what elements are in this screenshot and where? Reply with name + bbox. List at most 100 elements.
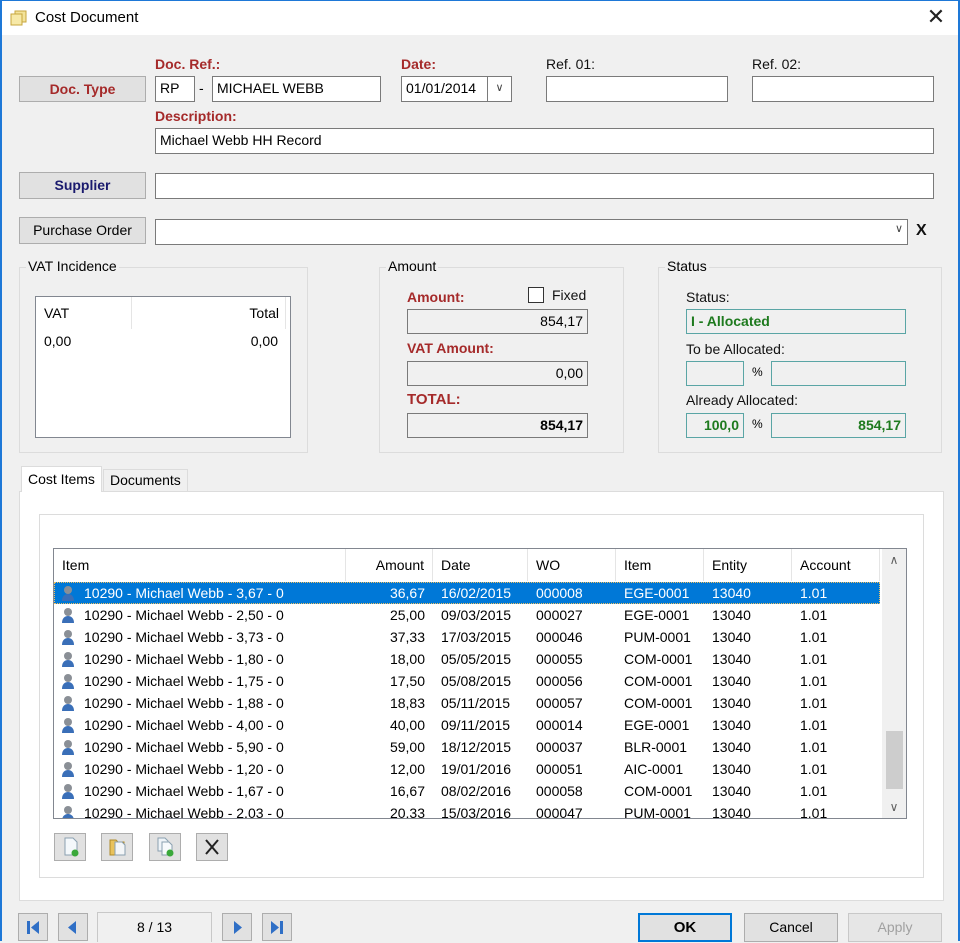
- new-document-icon: [64, 837, 79, 857]
- doc-ref-input[interactable]: MICHAEL WEBB: [212, 76, 381, 102]
- vat-incidence-group: VAT Incidence VAT Total 0,00 0,00: [19, 258, 308, 453]
- cell-entity: 13040: [712, 739, 751, 755]
- table-row[interactable]: 10290 - Michael Webb - 1,80 - 0 18,00 05/0…: [54, 648, 880, 670]
- column-header-amount[interactable]: Amount: [346, 549, 433, 581]
- person-icon: [62, 762, 74, 777]
- apply-button[interactable]: Apply: [848, 913, 942, 942]
- last-record-button[interactable]: [262, 913, 292, 941]
- cell-item: 10290 - Michael Webb - 2,50 - 0: [84, 607, 284, 623]
- ref01-input[interactable]: [546, 76, 728, 102]
- cancel-button[interactable]: Cancel: [744, 913, 838, 942]
- first-record-button[interactable]: [18, 913, 48, 941]
- supplier-button[interactable]: Supplier: [19, 172, 146, 199]
- cell-item-code: PUM-0001: [624, 805, 691, 819]
- cell-wo: 000047: [536, 805, 583, 819]
- copy-item-button[interactable]: [149, 833, 181, 861]
- purchase-order-select[interactable]: ∨: [155, 219, 908, 245]
- vertical-scrollbar[interactable]: ∧ ∨: [882, 549, 906, 818]
- tab-documents[interactable]: Documents: [103, 469, 188, 491]
- table-row[interactable]: 10290 - Michael Webb - 1,88 - 0 18,83 05/1…: [54, 692, 880, 714]
- supplier-input[interactable]: [155, 173, 934, 199]
- doc-ref-separator: -: [199, 80, 204, 96]
- ok-button[interactable]: OK: [638, 913, 732, 942]
- column-header-date[interactable]: Date: [433, 549, 528, 581]
- table-row[interactable]: 10290 - Michael Webb - 2,03 - 0 20,33 15/0…: [54, 802, 880, 819]
- column-header-item[interactable]: Item: [54, 549, 346, 581]
- cell-item-code: BLR-0001: [624, 739, 688, 755]
- cell-date: 19/01/2016: [441, 761, 512, 777]
- amount-field[interactable]: 854,17: [407, 309, 588, 334]
- cell-item: 10290 - Michael Webb - 1,80 - 0: [84, 651, 284, 667]
- previous-record-icon: [68, 921, 76, 934]
- column-header-wo[interactable]: WO: [528, 549, 616, 581]
- chevron-down-icon[interactable]: ∨: [487, 77, 511, 101]
- purchase-order-button[interactable]: Purchase Order: [19, 217, 146, 244]
- cell-date: 08/02/2016: [441, 783, 512, 799]
- table-row[interactable]: 10290 - Michael Webb - 1,75 - 0 17,50 05/0…: [54, 670, 880, 692]
- person-icon: [62, 652, 74, 667]
- ref02-label: Ref. 02:: [752, 56, 802, 72]
- status-group-title: Status: [665, 258, 709, 274]
- clear-purchase-order-button[interactable]: X: [916, 222, 927, 240]
- total-column-header[interactable]: Total: [132, 297, 286, 329]
- column-header-item-code[interactable]: Item: [616, 549, 704, 581]
- ref01-label: Ref. 01:: [546, 56, 596, 72]
- cell-item: 10290 - Michael Webb - 4,00 - 0: [84, 717, 284, 733]
- cell-item: 10290 - Michael Webb - 5,90 - 0: [84, 739, 284, 755]
- vat-column-header[interactable]: VAT: [36, 297, 132, 329]
- table-row[interactable]: 10290 - Michael Webb - 4,00 - 0 40,00 09/1…: [54, 714, 880, 736]
- vat-incidence-title: VAT Incidence: [26, 258, 119, 274]
- record-position: 8 / 13: [97, 912, 212, 942]
- cost-items-grid[interactable]: Item Amount Date WO Item Entity Account …: [53, 548, 907, 819]
- doc-ref-prefix-input[interactable]: RP: [155, 76, 195, 102]
- table-row[interactable]: 10290 - Michael Webb - 3,73 - 0 37,33 17/0…: [54, 626, 880, 648]
- person-icon: [62, 718, 74, 733]
- cell-account: 1.01: [800, 585, 828, 601]
- cell-amount: 36,67: [389, 585, 425, 601]
- scrollbar-thumb[interactable]: [886, 731, 903, 789]
- date-picker[interactable]: 01/01/2014 ∨: [401, 76, 512, 102]
- amount-label: Amount:: [407, 289, 465, 305]
- cell-account: 1.01: [800, 805, 828, 819]
- column-header-entity[interactable]: Entity: [704, 549, 792, 581]
- cell-entity: 13040: [712, 805, 751, 819]
- table-row[interactable]: 10290 - Michael Webb - 1,20 - 0 12,00 19/0…: [54, 758, 880, 780]
- cell-amount: 20,33: [389, 805, 425, 819]
- person-icon: [62, 608, 74, 623]
- table-row[interactable]: 10290 - Michael Webb - 3,67 - 0 36,67 16/0…: [54, 582, 880, 604]
- delete-item-button[interactable]: [196, 833, 228, 861]
- cell-item-code: PUM-0001: [624, 629, 691, 645]
- column-header-account[interactable]: Account: [792, 549, 880, 581]
- add-item-button[interactable]: [54, 833, 86, 861]
- doc-type-button[interactable]: Doc. Type: [19, 76, 146, 102]
- cell-date: 05/05/2015: [441, 651, 512, 667]
- close-button[interactable]: ✕: [924, 5, 948, 29]
- cell-entity: 13040: [712, 585, 751, 601]
- cell-item-code: EGE-0001: [624, 717, 690, 733]
- cell-date: 18/12/2015: [441, 739, 512, 755]
- open-item-button[interactable]: [101, 833, 133, 861]
- vat-list[interactable]: VAT Total 0,00 0,00: [35, 296, 291, 438]
- ref02-input[interactable]: [752, 76, 934, 102]
- previous-record-button[interactable]: [58, 913, 88, 941]
- cell-account: 1.01: [800, 673, 828, 689]
- vat-amount-field[interactable]: 0,00: [407, 361, 588, 386]
- fixed-checkbox[interactable]: [528, 287, 544, 303]
- cell-item: 10290 - Michael Webb - 3,73 - 0: [84, 629, 284, 645]
- chevron-down-icon: ∨: [894, 223, 903, 235]
- copy-document-icon: [157, 837, 174, 857]
- table-row[interactable]: 10290 - Michael Webb - 2,50 - 0 25,00 09/0…: [54, 604, 880, 626]
- table-row[interactable]: 10290 - Michael Webb - 1,67 - 0 16,67 08/0…: [54, 780, 880, 802]
- last-record-icon: [271, 921, 283, 934]
- scroll-up-icon[interactable]: ∧: [882, 549, 906, 571]
- description-input[interactable]: Michael Webb HH Record: [155, 128, 934, 154]
- cell-entity: 13040: [712, 651, 751, 667]
- document-stack-icon: [10, 10, 27, 26]
- next-record-button[interactable]: [222, 913, 252, 941]
- grid-header: Item Amount Date WO Item Entity Account: [54, 549, 880, 581]
- description-label: Description:: [155, 108, 237, 124]
- already-allocated-value-field: 854,17: [771, 413, 906, 438]
- scroll-down-icon[interactable]: ∨: [882, 796, 906, 818]
- tab-cost-items[interactable]: Cost Items: [21, 466, 102, 492]
- table-row[interactable]: 10290 - Michael Webb - 5,90 - 0 59,00 18/1…: [54, 736, 880, 758]
